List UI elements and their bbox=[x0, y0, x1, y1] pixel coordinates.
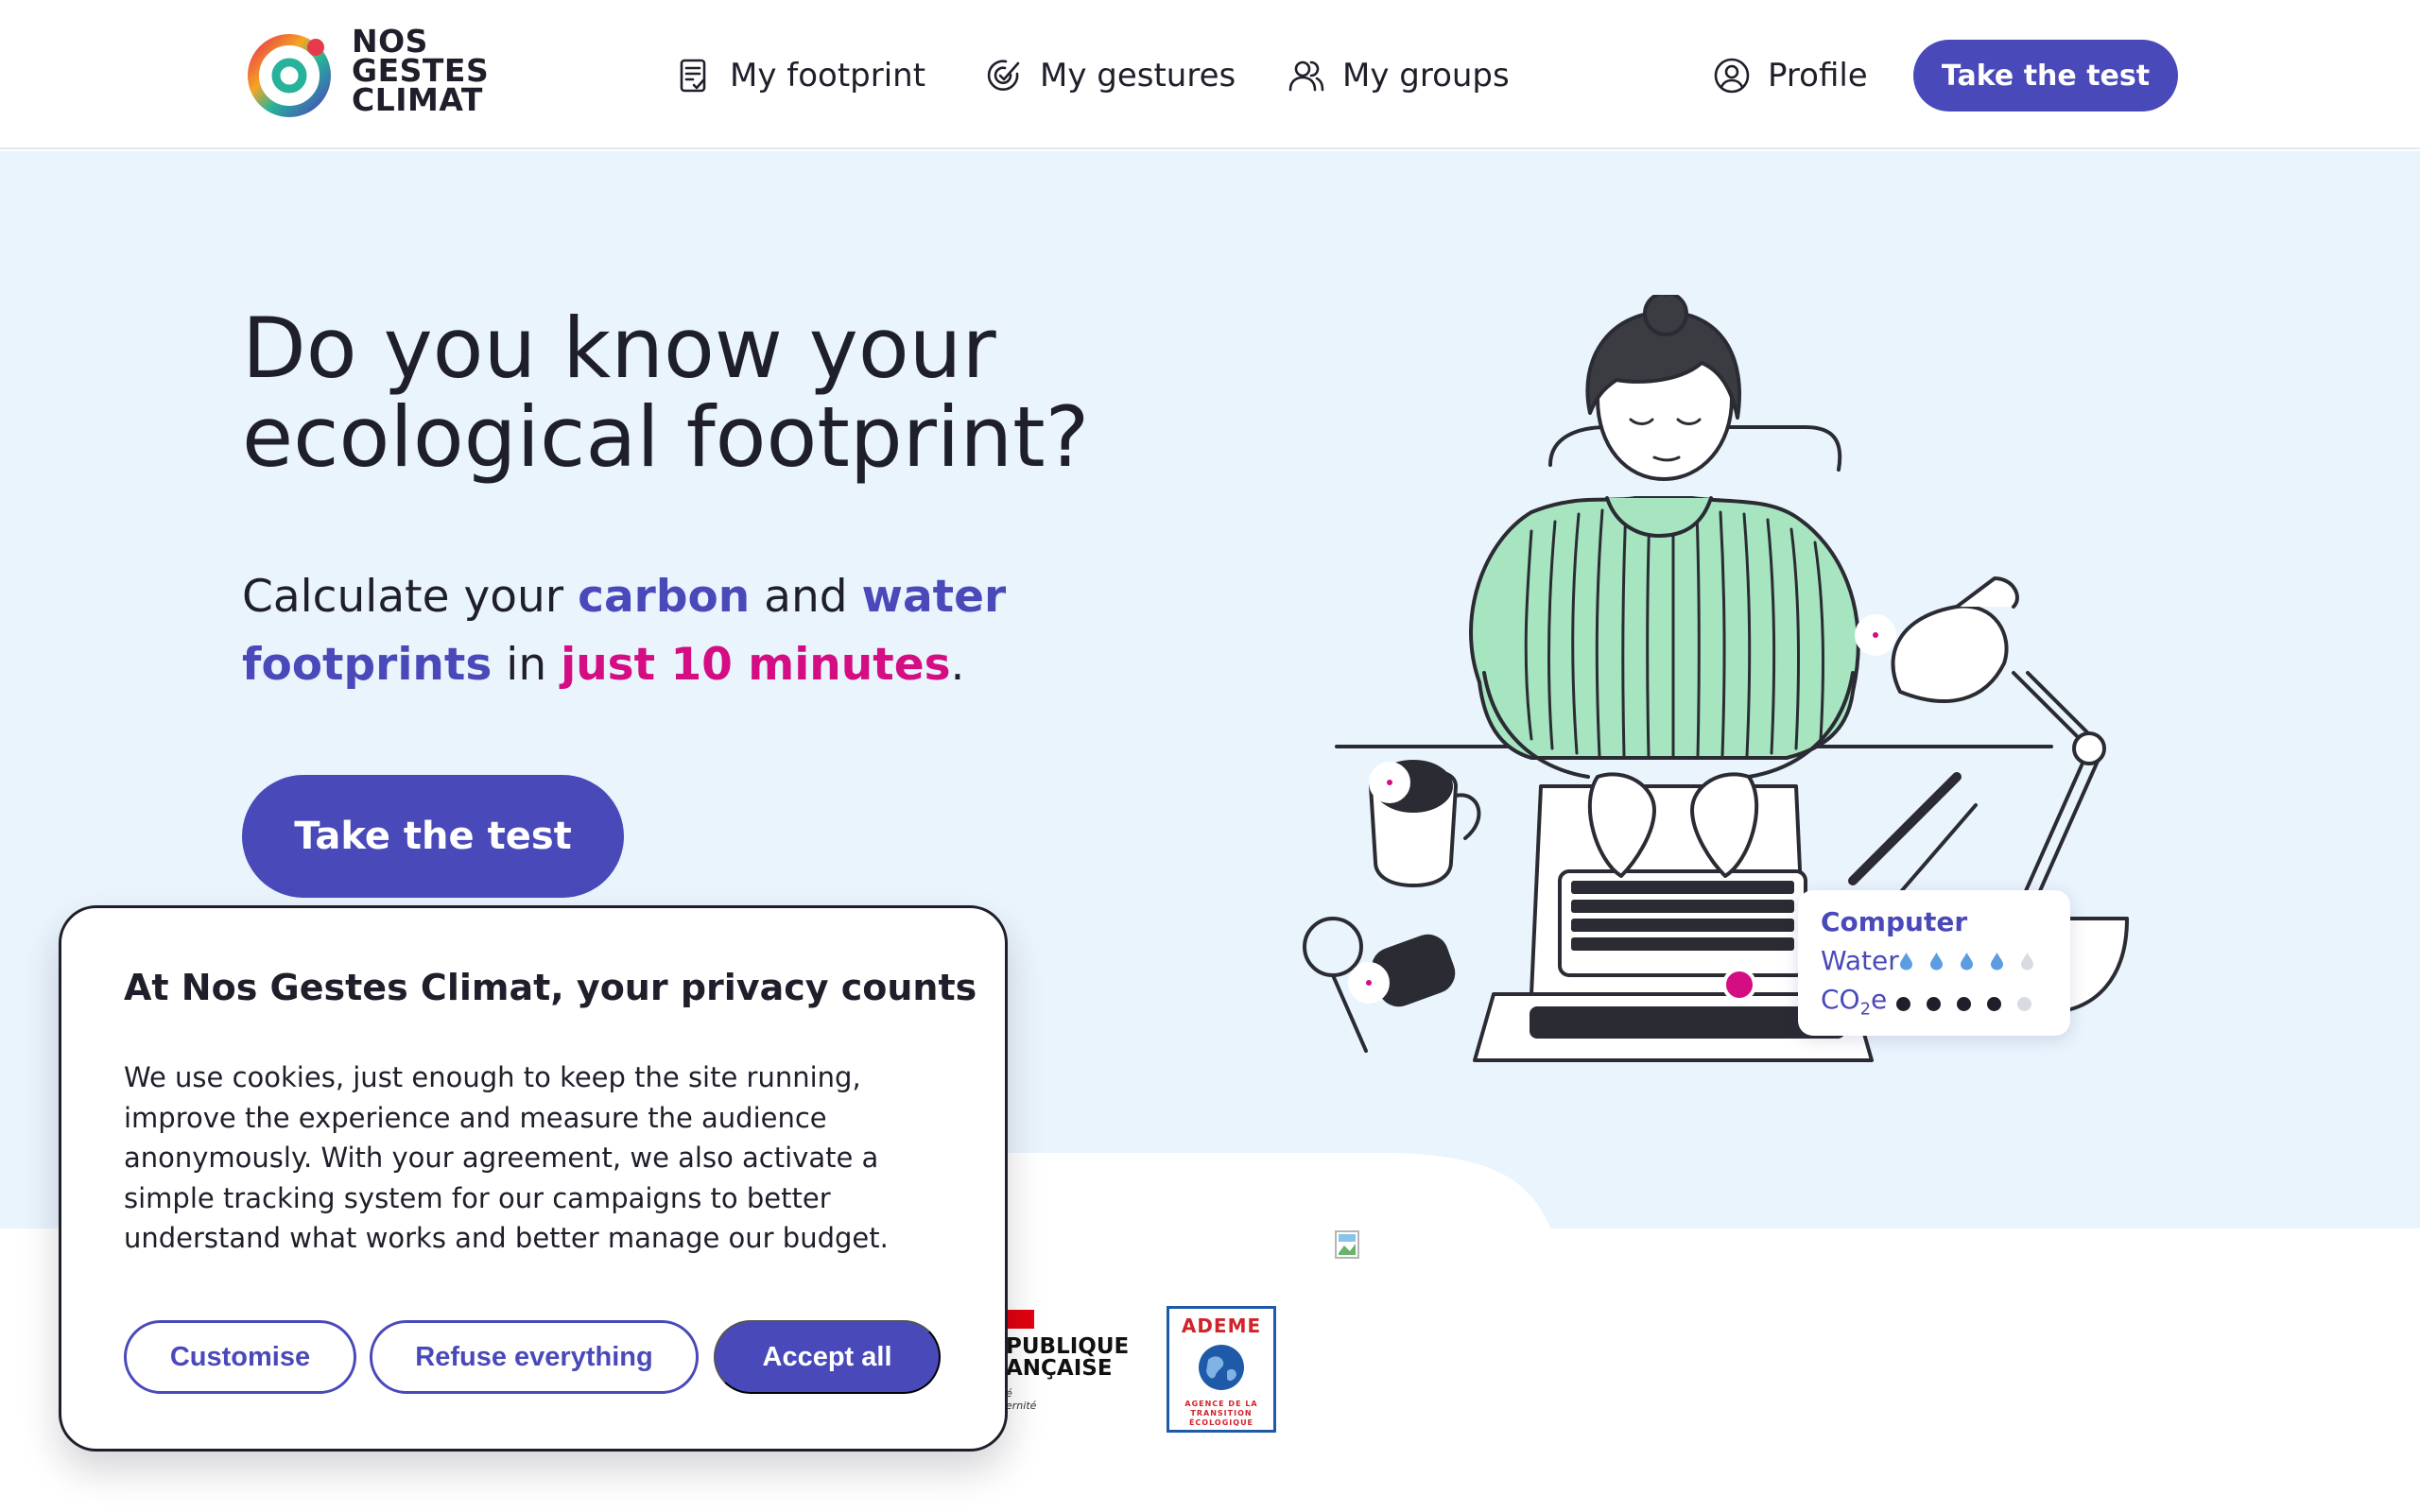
hero-title-line1: Do you know your bbox=[242, 300, 996, 397]
subtitle-text: Calculate your bbox=[242, 571, 579, 623]
subtitle-text: . bbox=[950, 639, 965, 691]
co2-level-dot bbox=[1896, 997, 1910, 1012]
co2-level-dot bbox=[2017, 997, 2031, 1012]
ademe-logo: ADEME AGENCE DE LA TRANSITION ÉCOLOGIQUE bbox=[1167, 1306, 1276, 1433]
nav-my-gestures-label: My gestures bbox=[1040, 57, 1236, 94]
highlight-footprints: footprints bbox=[242, 639, 493, 691]
co2-level-dot bbox=[1957, 997, 1971, 1012]
water-level-indicator bbox=[1899, 952, 2050, 971]
water-drop-icon bbox=[1960, 952, 1973, 970]
water-drop-icon bbox=[1929, 952, 1943, 970]
rf-text: PUBLIQUE ANÇAISE bbox=[1006, 1334, 1129, 1381]
nos-gestes-climat-logo[interactable]: NOS GESTES CLIMAT bbox=[244, 26, 499, 125]
computer-info-card: Computer Water CO2e bbox=[1798, 890, 2070, 1036]
logo-mark-icon bbox=[248, 34, 331, 117]
nav-my-gestures[interactable]: My gestures bbox=[985, 49, 1236, 102]
nav-my-groups[interactable]: My groups bbox=[1288, 49, 1510, 102]
water-drop-icon bbox=[2020, 952, 2033, 970]
nav-my-groups-label: My groups bbox=[1342, 57, 1510, 94]
co2-row: CO2e bbox=[1821, 980, 2048, 1029]
rf-motto: é ernité bbox=[1006, 1387, 1037, 1412]
accept-all-button[interactable]: Accept all bbox=[714, 1320, 941, 1394]
republique-francaise-logo: PUBLIQUE ANÇAISE é ernité bbox=[1006, 1310, 1129, 1429]
highlight-water: water bbox=[861, 571, 1007, 623]
globe-icon bbox=[1199, 1345, 1244, 1390]
cookie-description: We use cookies, just enough to keep the … bbox=[124, 1061, 889, 1254]
co2-level-dot bbox=[1927, 997, 1941, 1012]
nav-profile[interactable]: Profile bbox=[1713, 49, 1868, 102]
nav-profile-label: Profile bbox=[1768, 57, 1868, 94]
marianne-flag bbox=[1006, 1310, 1034, 1329]
profile-user-icon bbox=[1714, 58, 1750, 94]
logo-wordmark: NOS GESTES CLIMAT bbox=[352, 23, 490, 118]
hero-title-line2: ecological footprint? bbox=[242, 388, 1090, 486]
hero-title: Do you know your ecological footprint? bbox=[242, 304, 1187, 482]
ademe-subtitle: AGENCE DE LA TRANSITION ÉCOLOGIQUE bbox=[1184, 1400, 1258, 1427]
footprint-document-icon bbox=[680, 59, 706, 93]
co2-level-dot bbox=[1987, 997, 2001, 1012]
water-drop-icon bbox=[1899, 952, 1912, 970]
cookie-title: At Nos Gestes Climat, your privacy count… bbox=[124, 967, 977, 1008]
water-drop-icon bbox=[1990, 952, 2003, 970]
hero-subtitle: Calculate your carbon and water footprint… bbox=[242, 563, 1093, 699]
co2-label: CO2e bbox=[1821, 984, 1888, 1020]
cookie-consent-dialog: At Nos Gestes Climat, your privacy count… bbox=[59, 905, 1008, 1452]
site-header: NOS GESTES CLIMAT My footprint My gestur… bbox=[0, 0, 2420, 149]
nav-my-footprint-label: My footprint bbox=[730, 57, 926, 94]
subtitle-text: in bbox=[492, 639, 562, 691]
subtitle-text: and bbox=[750, 571, 862, 623]
header-take-test-button[interactable]: Take the test bbox=[1913, 40, 2178, 112]
highlight-carbon: carbon bbox=[578, 571, 751, 623]
water-row: Water bbox=[1821, 941, 2048, 980]
highlight-time: just 10 minutes bbox=[561, 639, 951, 691]
nav-my-footprint[interactable]: My footprint bbox=[675, 49, 925, 102]
co2-level-indicator bbox=[1896, 997, 2048, 1012]
group-users-icon bbox=[1288, 60, 1324, 92]
info-card-title: Computer bbox=[1821, 906, 1968, 937]
water-label: Water bbox=[1821, 945, 1899, 976]
hero-take-test-button[interactable]: Take the test bbox=[242, 775, 624, 898]
ademe-name: ADEME bbox=[1181, 1314, 1262, 1337]
refuse-everything-button[interactable]: Refuse everything bbox=[370, 1320, 699, 1394]
broken-image-icon bbox=[1335, 1230, 1359, 1259]
target-check-icon bbox=[987, 60, 1020, 92]
customise-button[interactable]: Customise bbox=[124, 1320, 356, 1394]
